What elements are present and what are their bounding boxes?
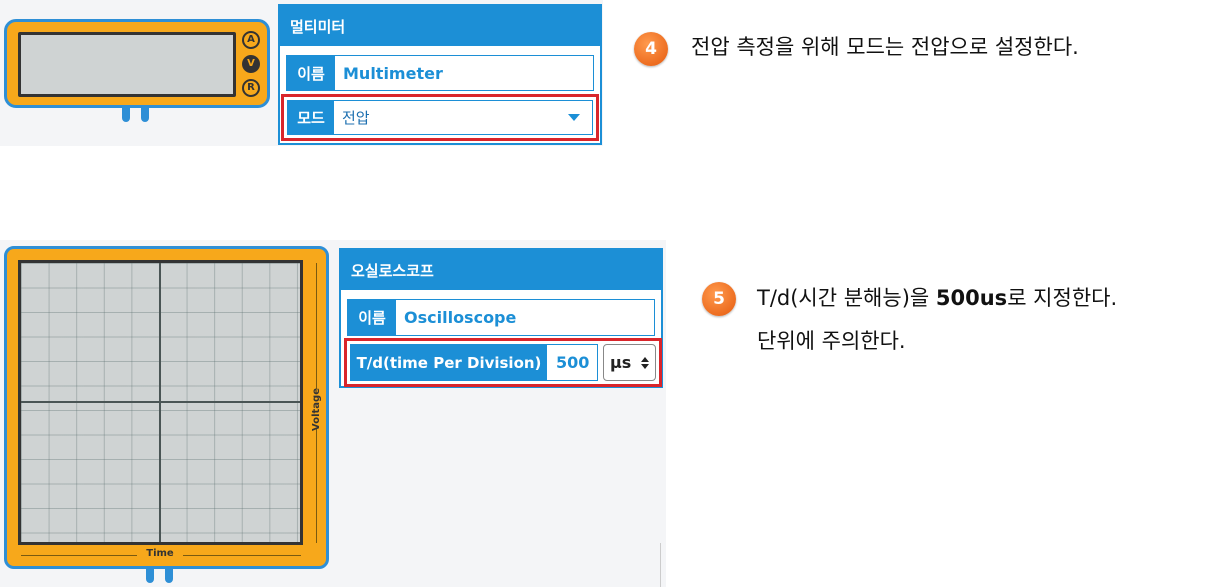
multimeter-name-value[interactable]: Multimeter [335, 56, 443, 90]
oscilloscope-properties-panel: 오실로스코프 이름 Oscilloscope T/d(time Per Divi… [339, 248, 663, 388]
td-label: T/d(time Per Division) [351, 345, 547, 380]
oscilloscope-probe-right[interactable] [165, 569, 173, 583]
td-unit-value: μs [610, 353, 632, 372]
oscilloscope-panel-title: 오실로스코프 [341, 250, 661, 290]
multimeter-display [18, 32, 236, 97]
oscilloscope-device[interactable]: Voltage Time [4, 246, 329, 569]
voltage-button[interactable]: V [242, 55, 260, 73]
step-4-badge: 4 [634, 32, 668, 66]
td-highlight-box: T/d(time Per Division) 500 μs [344, 338, 662, 387]
multimeter-device[interactable]: A V R [4, 19, 270, 108]
mode-value[interactable]: 전압 [334, 101, 568, 134]
voltage-axis-text: Voltage [310, 387, 322, 431]
step-5-text-post: 로 지정한다. [1007, 286, 1118, 310]
updown-arrows-icon [641, 356, 649, 369]
td-field[interactable]: T/d(time Per Division) 500 [350, 344, 598, 381]
canvas-scroll-edge [660, 543, 666, 587]
resistance-button[interactable]: R [242, 79, 260, 97]
mode-label: 모드 [288, 101, 334, 134]
multimeter-probe-left[interactable] [122, 108, 130, 122]
step-5-badge: 5 [702, 282, 736, 316]
multimeter-panel-title: 멀티미터 [280, 6, 600, 46]
screen-axis-horizontal [21, 401, 300, 403]
step-5-text-line1: T/d(시간 분해능)을 500us로 지정한다. [757, 279, 1117, 317]
td-value-input[interactable]: 500 [547, 345, 589, 380]
step-4-text: 전압 측정을 위해 모드는 전압으로 설정한다. [691, 35, 1079, 59]
ampere-button[interactable]: A [242, 31, 260, 49]
mode-select[interactable]: 모드 전압 [287, 100, 593, 135]
oscilloscope-screen [18, 260, 303, 545]
multimeter-probe-right[interactable] [141, 108, 149, 122]
step-5-text-line2: 단위에 주의한다. [757, 329, 906, 353]
multimeter-name-field[interactable]: 이름 Multimeter [286, 55, 594, 91]
step-5-text-bold: 500us [935, 286, 1008, 310]
multimeter-properties-panel: 멀티미터 이름 Multimeter 모드 전압 [278, 4, 602, 145]
multimeter-name-label: 이름 [287, 56, 335, 90]
td-unit-select[interactable]: μs [603, 344, 656, 381]
step-5-text-pre: T/d(시간 분해능)을 [757, 286, 936, 310]
mode-highlight-box: 모드 전압 [281, 94, 599, 141]
time-axis-text: Time [137, 548, 183, 559]
oscilloscope-name-value[interactable]: Oscilloscope [396, 300, 516, 335]
oscilloscope-name-label: 이름 [348, 300, 396, 335]
chevron-down-icon[interactable] [568, 101, 592, 134]
voltage-axis-label: Voltage [306, 387, 326, 431]
oscilloscope-name-field[interactable]: 이름 Oscilloscope [347, 299, 655, 336]
oscilloscope-probe-left[interactable] [146, 569, 154, 583]
